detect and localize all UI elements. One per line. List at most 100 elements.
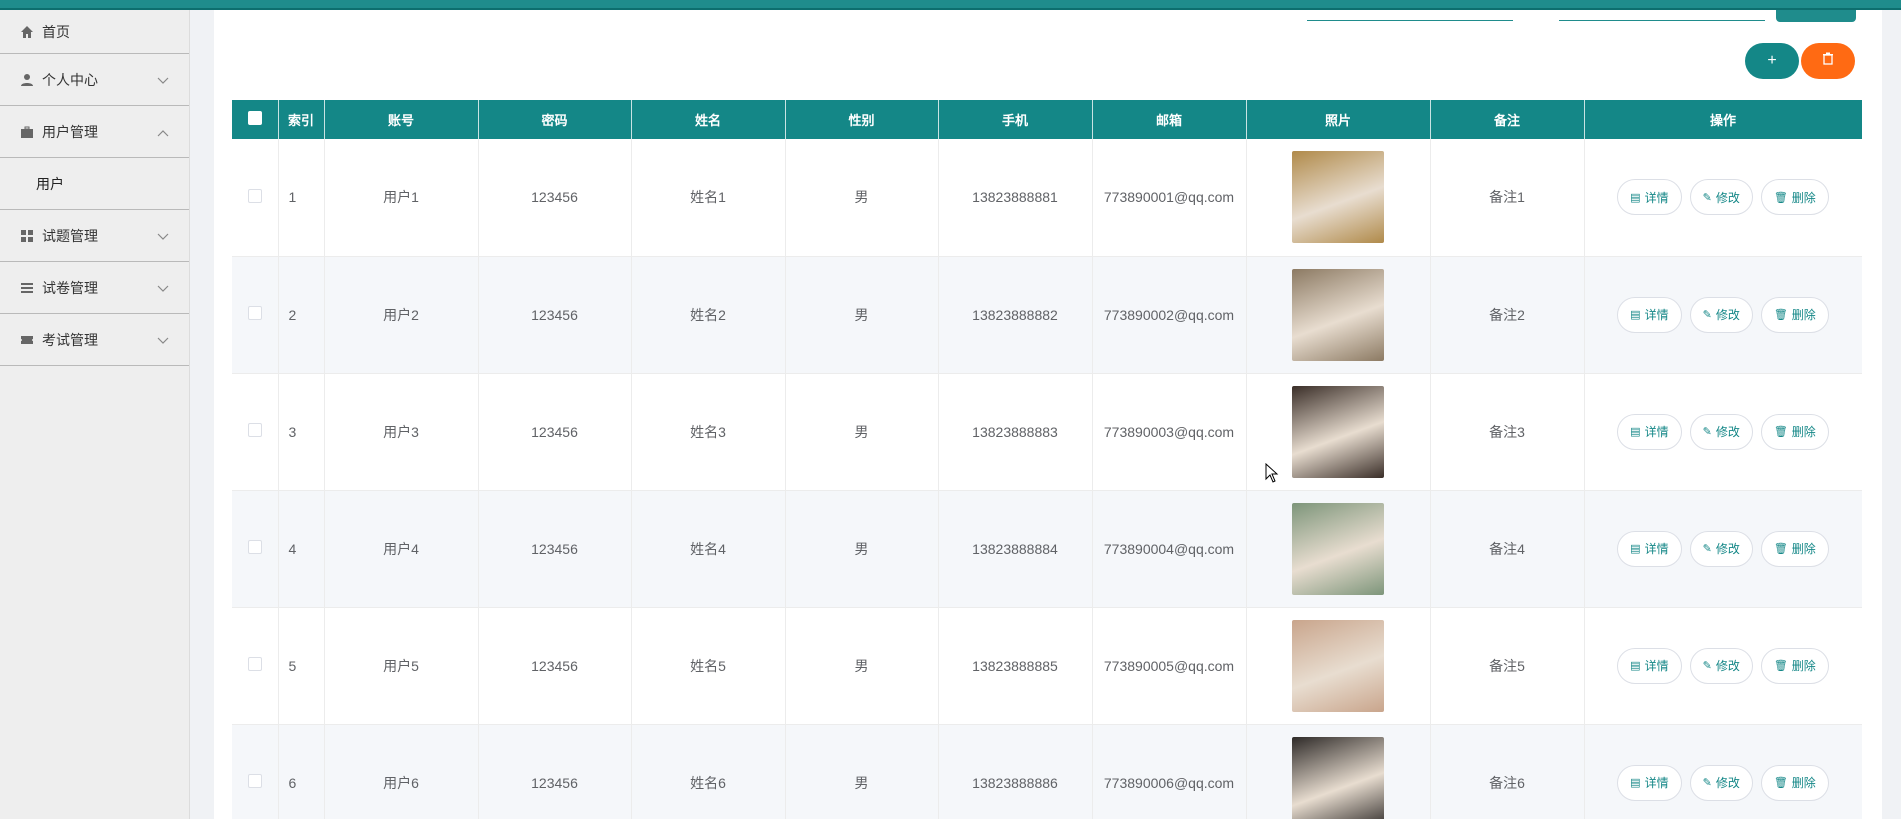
- sidebar: 首页 个人中心 用户管理 用户 试题管理 试卷管理 考试管理: [0, 10, 190, 819]
- cell-note: 备注5: [1430, 607, 1585, 725]
- delete-button-label: 删除: [1791, 308, 1816, 322]
- search-button[interactable]: [1776, 10, 1856, 22]
- edit-button-label: 修改: [1715, 190, 1740, 205]
- table-row: 2 用户2 123456 姓名2 男 13823888882 773890002@qq.co…: [232, 256, 1862, 374]
- sidebar-item-user-management[interactable]: 用户管理: [0, 106, 189, 158]
- select-all-checkbox[interactable]: [247, 111, 262, 125]
- cell-actions: ▤ 详情 ✎ 修改 🗑 删除: [1584, 373, 1862, 491]
- cell-name: 姓名6: [631, 724, 786, 819]
- table-row: 4 用户4 123456 姓名4 男 13823888884 773890004@qq.co…: [232, 490, 1862, 608]
- detail-button[interactable]: ▤ 详情: [1617, 179, 1682, 216]
- edit-button[interactable]: ✎ 修改: [1689, 296, 1753, 333]
- row-select-cell[interactable]: [232, 724, 279, 819]
- delete-button[interactable]: 🗑 删除: [1760, 296, 1829, 333]
- delete-button-label: 删除: [1791, 542, 1816, 556]
- cell-name: 姓名2: [631, 256, 786, 374]
- cell-gender: 男: [785, 724, 939, 819]
- pencil-icon: ✎: [1702, 777, 1712, 789]
- user-photo[interactable]: [1292, 502, 1384, 595]
- cell-note: 备注2: [1430, 256, 1585, 374]
- user-photo[interactable]: [1292, 619, 1384, 712]
- detail-button[interactable]: ▤ 详情: [1617, 764, 1682, 801]
- cell-gender: 男: [785, 373, 939, 491]
- row-checkbox[interactable]: [247, 188, 262, 203]
- edit-button[interactable]: ✎ 修改: [1689, 413, 1753, 450]
- cell-index: 4: [278, 490, 325, 608]
- cell-account: 用户3: [324, 373, 479, 491]
- document-icon: ▤: [1630, 309, 1641, 321]
- sidebar-subitem-label: 用户: [36, 175, 64, 192]
- cell-index: 2: [278, 256, 325, 374]
- user-photo[interactable]: [1292, 385, 1384, 478]
- column-header: 邮箱: [1092, 100, 1247, 139]
- detail-button-label: 详情: [1644, 776, 1669, 790]
- pencil-icon: ✎: [1702, 660, 1712, 672]
- row-select-cell[interactable]: [232, 256, 279, 374]
- edit-button-label: 修改: [1715, 776, 1740, 790]
- column-header: 手机: [938, 100, 1093, 139]
- edit-button[interactable]: ✎ 修改: [1689, 179, 1753, 216]
- search-input-1[interactable]: [1307, 20, 1513, 21]
- edit-button[interactable]: ✎ 修改: [1689, 530, 1753, 567]
- delete-button[interactable]: 🗑 删除: [1760, 413, 1829, 450]
- cell-photo: [1246, 490, 1431, 608]
- document-icon: ▤: [1630, 426, 1641, 438]
- cell-note: 备注1: [1430, 139, 1585, 257]
- search-input-2[interactable]: [1559, 20, 1765, 21]
- batch-delete-button[interactable]: [1801, 43, 1855, 79]
- cell-name: 姓名3: [631, 373, 786, 491]
- sidebar-item-exam-management[interactable]: 考试管理: [0, 314, 189, 366]
- detail-button[interactable]: ▤ 详情: [1617, 647, 1682, 684]
- cell-password: 123456: [478, 373, 632, 491]
- user-photo[interactable]: [1292, 151, 1384, 244]
- edit-button[interactable]: ✎ 修改: [1689, 647, 1753, 684]
- row-checkbox[interactable]: [247, 306, 262, 320]
- trash-icon: 🗑: [1773, 543, 1788, 555]
- sidebar-item-personal-center[interactable]: 个人中心: [0, 54, 189, 106]
- top-bar: [0, 0, 1901, 10]
- delete-button[interactable]: 🗑 删除: [1760, 530, 1829, 567]
- column-header: 账号: [324, 100, 479, 139]
- delete-button[interactable]: 🗑 删除: [1760, 179, 1829, 216]
- cell-photo: [1246, 139, 1431, 257]
- add-button[interactable]: +: [1745, 43, 1799, 79]
- cell-gender: 男: [785, 139, 939, 257]
- sidebar-item-question-management[interactable]: 试题管理: [0, 210, 189, 262]
- detail-button-label: 详情: [1644, 308, 1669, 322]
- row-checkbox[interactable]: [247, 774, 262, 788]
- cell-password: 123456: [478, 139, 632, 257]
- cell-phone: 13823888884: [938, 490, 1093, 608]
- row-checkbox[interactable]: [247, 423, 262, 437]
- row-checkbox[interactable]: [247, 540, 262, 554]
- detail-button[interactable]: ▤ 详情: [1617, 296, 1682, 333]
- cell-email: 773890006@qq.com: [1092, 724, 1247, 819]
- table-row: 1 用户1 123456 姓名1 男 13823888881 773890001@qq.co…: [232, 139, 1862, 257]
- select-all-header[interactable]: [232, 100, 279, 139]
- mouse-cursor-icon: [1265, 462, 1279, 486]
- user-photo[interactable]: [1292, 268, 1384, 361]
- cell-index: 5: [278, 607, 325, 725]
- sidebar-item-home[interactable]: 首页: [0, 10, 189, 54]
- user-photo[interactable]: [1292, 736, 1384, 819]
- chevron-down-icon: [157, 280, 169, 296]
- row-checkbox[interactable]: [247, 657, 262, 671]
- sidebar-subitem-user[interactable]: 用户: [0, 158, 189, 210]
- ticket-icon: [20, 333, 34, 347]
- detail-button[interactable]: ▤ 详情: [1617, 530, 1682, 567]
- document-icon: ▤: [1630, 191, 1641, 204]
- row-select-cell[interactable]: [232, 373, 279, 491]
- sidebar-item-paper-management[interactable]: 试卷管理: [0, 262, 189, 314]
- edit-button-label: 修改: [1715, 542, 1740, 556]
- cell-name: 姓名4: [631, 490, 786, 608]
- delete-button[interactable]: 🗑 删除: [1760, 647, 1829, 684]
- chevron-up-icon: [157, 124, 169, 140]
- briefcase-icon: [20, 125, 34, 139]
- detail-button[interactable]: ▤ 详情: [1617, 413, 1682, 450]
- row-select-cell[interactable]: [232, 139, 279, 257]
- delete-button[interactable]: 🗑 删除: [1760, 764, 1829, 801]
- edit-button[interactable]: ✎ 修改: [1689, 764, 1753, 801]
- row-select-cell[interactable]: [232, 490, 279, 608]
- cell-account: 用户2: [324, 256, 479, 374]
- row-select-cell[interactable]: [232, 607, 279, 725]
- cell-email: 773890001@qq.com: [1092, 139, 1247, 257]
